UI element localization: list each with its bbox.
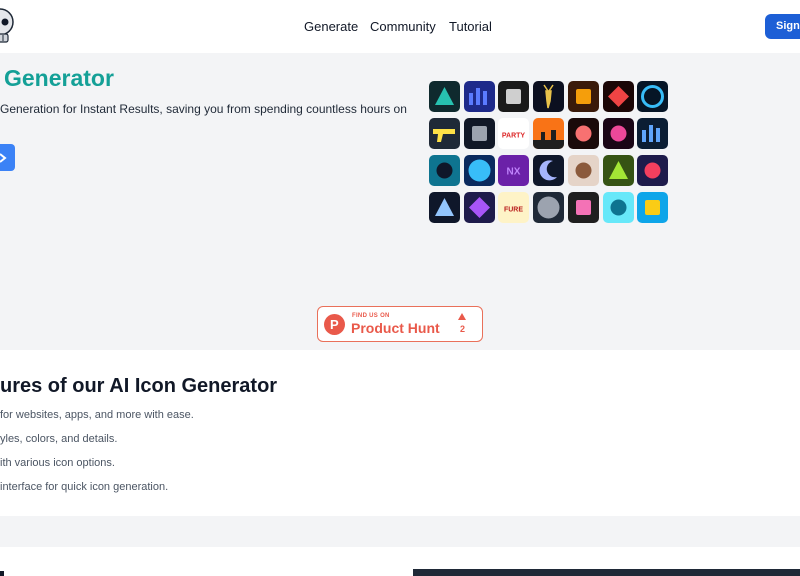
next-section-heading-fragment [0,571,4,576]
tile-fure-image: FURE [498,192,530,223]
tile-eye-blue-image [637,81,669,112]
tile-nx[interactable]: NX [498,155,530,186]
feature-item: yles, colors, and details. [0,433,118,445]
product-hunt-badge[interactable]: P FIND US ON Product Hunt 2 [317,306,483,342]
tile-nx-image: NX [498,155,530,186]
tile-face-red-image [567,118,599,149]
tile-alien-teal-image [429,155,460,186]
tile-flower-purple[interactable] [463,192,495,223]
tile-fure[interactable]: FURE [498,192,530,223]
tile-smile-cyan-image [602,192,634,223]
tile-letter-f-image [567,192,599,223]
product-hunt-small-text: FIND US ON [352,313,390,319]
tile-party[interactable]: PARTY [498,118,530,149]
hero-section: Generator Generation for Instant Results… [0,53,800,350]
tile-robot-blue-image [637,118,669,149]
get-started-button[interactable] [0,144,15,171]
tile-robot-blue[interactable] [637,118,669,149]
tile-dice-image [463,118,495,149]
sign-in-button[interactable]: Sign i [765,14,800,39]
tile-monster-pink[interactable] [637,155,669,186]
features-section: ures of our AI Icon Generator for websit… [0,350,800,516]
tile-sponge-image [637,192,669,223]
nav-generate[interactable]: Generate [304,19,358,34]
tile-deer[interactable] [533,81,565,112]
tile-flower-purple-image [463,192,495,223]
tile-girl-pink[interactable] [602,118,634,149]
tile-knight-image [429,192,460,223]
skull-icon[interactable] [0,8,14,44]
tile-alien-teal[interactable] [429,155,460,186]
tile-baby[interactable] [567,155,599,186]
feature-item: for websites, apps, and more with ease. [0,409,194,421]
tile-sunset[interactable] [533,118,565,149]
tile-party-image: PARTY [498,118,530,149]
tile-moon-image [533,155,565,186]
tile-book-orange-image [567,81,599,112]
tile-geometric-teal[interactable] [429,81,460,112]
next-section [0,547,800,576]
tile-moon[interactable] [533,155,565,186]
section-divider [0,516,800,547]
upvote-count: 2 [460,324,466,334]
tile-sponge[interactable] [637,192,669,223]
tile-nx-label: NX [507,167,521,178]
tile-city-blue[interactable] [463,81,495,112]
tile-ghost-grey[interactable] [533,192,565,223]
nav-community[interactable]: Community [370,19,436,34]
tile-gun-image [429,118,460,149]
tile-dice[interactable] [463,118,495,149]
tile-cards-red-image [602,81,634,112]
nav-tutorial[interactable]: Tutorial [449,19,492,34]
tile-cards-red[interactable] [602,81,634,112]
product-hunt-logo-icon: P [324,314,345,335]
feature-item: interface for quick icon generation. [0,481,169,493]
tile-gun[interactable] [429,118,460,149]
feature-item: ith various icon options. [0,457,115,469]
tile-monster-green-image [602,155,634,186]
tile-box-grey[interactable] [498,81,530,112]
product-hunt-name: Product Hunt [351,320,440,336]
features-title: ures of our AI Icon Generator [0,375,278,397]
tile-smile-cyan[interactable] [602,192,634,223]
tile-girl-pink-image [602,118,634,149]
tile-book-orange[interactable] [567,81,599,112]
arrow-right-icon [0,153,7,163]
tile-eye-blue[interactable] [637,81,669,112]
tile-geometric-teal-image [429,81,460,112]
top-nav-bar: Generate Community Tutorial Sign i [0,0,800,53]
tile-fure-label: FURE [504,207,523,214]
hero-subtitle: Generation for Instant Results, saving y… [0,102,407,116]
tile-face-red[interactable] [567,118,599,149]
tile-box-grey-image [498,81,530,112]
tile-deer-image [533,81,565,112]
tile-party-label: PARTY [502,133,526,140]
tile-sunset-image [533,118,565,149]
tile-monster-green[interactable] [602,155,634,186]
tile-ghost-grey-image [533,192,565,223]
tile-orb-blue[interactable] [463,155,495,186]
tile-baby-image [567,155,599,186]
hero-title: Generator [4,65,114,91]
tile-city-blue-image [463,81,495,112]
icon-gallery: PARTY NX FURE [429,81,669,226]
upvote-arrow-icon [458,313,466,320]
tile-orb-blue-image [463,155,495,186]
tile-knight[interactable] [429,192,460,223]
tile-letter-f[interactable] [567,192,599,223]
tile-monster-pink-image [637,155,669,186]
showcase-image-strip [413,569,800,576]
